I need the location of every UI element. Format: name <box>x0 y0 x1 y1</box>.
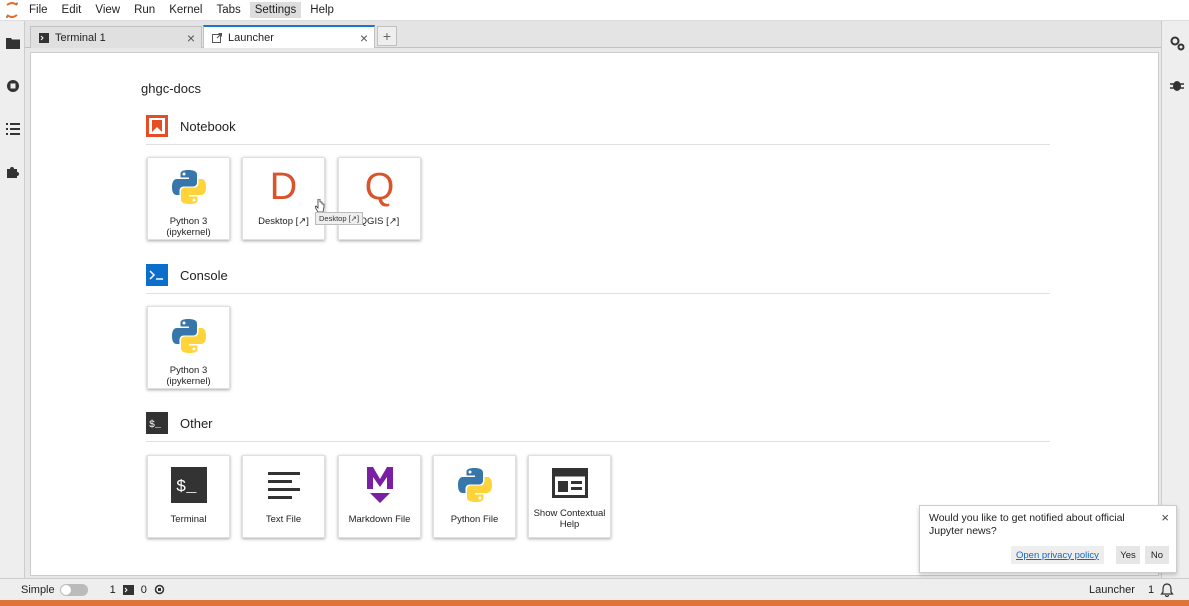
menu-edit[interactable]: Edit <box>57 2 87 18</box>
svg-text:$_: $_ <box>176 478 197 497</box>
svg-text:$_: $_ <box>149 419 162 431</box>
menu-tabs[interactable]: Tabs <box>211 2 245 18</box>
tab-launcher[interactable]: Launcher × <box>203 25 375 48</box>
extension-puzzle-icon[interactable] <box>5 164 20 179</box>
current-activity-label: Launcher <box>1089 583 1135 596</box>
section-title: Console <box>180 267 228 283</box>
right-sidebar <box>1161 21 1189 578</box>
tab-bar: Terminal 1 × Launcher × + <box>25 21 1161 48</box>
news-notification: Would you like to get notified about off… <box>919 505 1177 573</box>
launcher-card-qgis[interactable]: Q QGIS [↗] <box>338 157 421 240</box>
launcher-card-python3-console[interactable]: Python 3 (ipykernel) <box>147 306 230 389</box>
terminal-icon: $_ <box>148 460 229 510</box>
folder-icon[interactable] <box>5 35 20 50</box>
open-privacy-policy-link[interactable]: Open privacy policy <box>1011 546 1104 564</box>
yes-button[interactable]: Yes <box>1116 546 1140 564</box>
section-divider <box>146 293 1050 294</box>
table-of-contents-icon[interactable] <box>5 121 20 136</box>
launcher-card-terminal[interactable]: $_ Terminal <box>147 455 230 538</box>
contextual-help-icon <box>529 460 610 506</box>
menu-settings[interactable]: Settings <box>249 2 302 18</box>
card-label: Terminal <box>170 514 207 525</box>
bottom-accent-bar <box>0 600 1189 606</box>
card-label: Python File <box>450 514 499 525</box>
section-title: Other <box>180 415 213 431</box>
card-label: Show Contextual Help <box>533 508 606 530</box>
launcher-panel: ghgc-docs Notebook Python 3 (ipykernel) … <box>30 52 1159 576</box>
running-icon[interactable] <box>5 78 20 93</box>
launcher-icon <box>212 32 222 43</box>
kernel-gear-icon <box>154 584 165 595</box>
menu-kernel[interactable]: Kernel <box>164 2 207 18</box>
python-icon <box>434 460 515 510</box>
notification-count[interactable]: 1 <box>1148 584 1154 596</box>
section-divider <box>146 441 1050 442</box>
close-icon[interactable]: × <box>360 30 368 46</box>
menu-view[interactable]: View <box>90 2 125 18</box>
terminal-icon <box>39 32 49 43</box>
simple-mode-toggle[interactable] <box>59 583 88 596</box>
card-label: Markdown File <box>348 514 411 525</box>
card-label: Python 3 (ipykernel) <box>166 216 211 238</box>
notebook-icon <box>146 115 168 137</box>
menu-bar: File Edit View Run Kernel Tabs Settings … <box>0 0 1189 21</box>
card-label: Text File <box>265 514 302 525</box>
add-tab-button[interactable]: + <box>377 26 397 46</box>
launcher-card-markdown-file[interactable]: Markdown File <box>338 455 421 538</box>
jupyter-logo-icon <box>0 0 24 21</box>
tab-label: Terminal 1 <box>55 31 106 44</box>
qgis-letter-icon: Q <box>364 165 395 208</box>
other-icon: $_ <box>146 412 168 434</box>
terminal-icon <box>122 584 134 595</box>
card-label: Desktop [↗] <box>258 216 309 227</box>
launcher-card-text-file[interactable]: Text File <box>242 455 325 538</box>
launcher-card-desktop[interactable]: D Desktop [↗] <box>242 157 325 240</box>
no-button[interactable]: No <box>1145 546 1169 564</box>
markdown-icon <box>339 460 420 510</box>
menu-help[interactable]: Help <box>305 2 339 18</box>
python-icon <box>148 311 229 361</box>
launcher-card-python-file[interactable]: Python File <box>433 455 516 538</box>
simple-mode-label: Simple <box>21 583 55 596</box>
menu-run[interactable]: Run <box>129 2 160 18</box>
python-icon <box>148 162 229 212</box>
launcher-card-python3-notebook[interactable]: Python 3 (ipykernel) <box>147 157 230 240</box>
launcher-cwd: ghgc-docs <box>141 81 201 96</box>
desktop-letter-icon: D <box>269 165 298 208</box>
text-file-icon <box>243 460 324 510</box>
card-label: Python 3 (ipykernel) <box>166 365 211 387</box>
close-icon[interactable]: × <box>1161 510 1169 525</box>
mouse-cursor-icon <box>315 199 325 213</box>
launcher-card-contextual-help[interactable]: Show Contextual Help <box>528 455 611 538</box>
left-sidebar <box>0 21 25 578</box>
tooltip: Desktop [↗] <box>315 212 364 225</box>
terminal-count[interactable]: 1 <box>110 584 116 596</box>
bell-icon[interactable] <box>1160 583 1174 600</box>
launcher-body: ghgc-docs Notebook Python 3 (ipykernel) … <box>31 53 1160 577</box>
section-notebook: Notebook <box>146 115 236 137</box>
debugger-bug-icon[interactable] <box>1170 78 1185 93</box>
close-icon[interactable]: × <box>187 30 195 46</box>
console-icon <box>146 264 168 286</box>
tab-label: Launcher <box>228 31 274 44</box>
section-divider <box>146 144 1050 145</box>
property-inspector-gears-icon[interactable] <box>1170 36 1185 51</box>
section-other: $_ Other <box>146 412 213 434</box>
status-bar: Simple 1 0 Launcher 1 <box>0 578 1189 600</box>
tab-terminal-1[interactable]: Terminal 1 × <box>30 26 202 48</box>
kernel-count[interactable]: 0 <box>141 584 147 596</box>
section-title: Notebook <box>180 118 236 134</box>
section-console: Console <box>146 264 228 286</box>
menu-file[interactable]: File <box>24 2 53 18</box>
notification-message: Would you like to get notified about off… <box>929 512 1125 537</box>
jupyterlab-window: File Edit View Run Kernel Tabs Settings … <box>0 0 1189 606</box>
